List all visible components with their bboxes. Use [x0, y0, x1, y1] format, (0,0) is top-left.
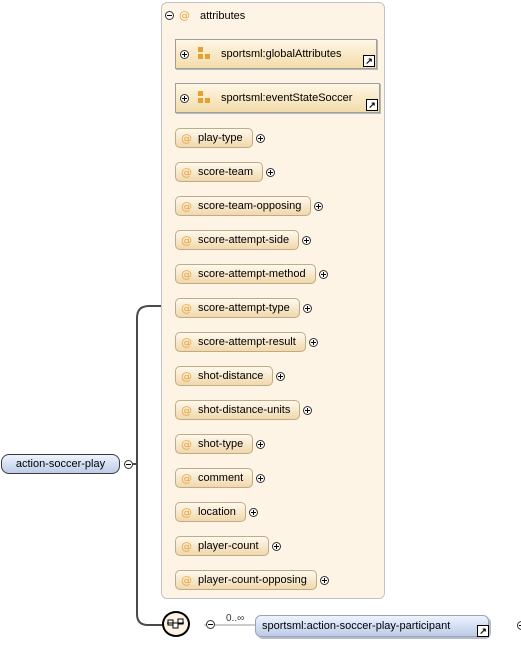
expand-icon[interactable]	[314, 201, 324, 211]
attribute-group-ref-label: sportsml:eventStateSoccer	[221, 92, 353, 104]
attribute-name: play-type	[198, 132, 243, 144]
occurrence-label: 0..∞	[226, 613, 245, 624]
collapse-icon[interactable]	[206, 620, 216, 629]
attribute-group-icon	[198, 91, 212, 105]
attribute-icon: @	[181, 505, 192, 519]
attribute-box[interactable]: @ score-attempt-type	[175, 298, 300, 318]
element-action-soccer-play-participant[interactable]: sportsml:action-soccer-play-participant …	[255, 615, 489, 637]
attribute-name: score-attempt-type	[198, 302, 290, 314]
attribute-name: shot-distance-units	[198, 404, 291, 416]
sequence-compositor[interactable]	[162, 611, 190, 637]
attribute-shot-type[interactable]: @ shot-type	[175, 434, 266, 454]
attribute-name: shot-type	[198, 438, 244, 450]
element-name: action-soccer-play	[15, 458, 106, 470]
expand-icon[interactable]	[302, 303, 312, 313]
attributes-group-label: attributes	[200, 9, 246, 22]
attribute-box[interactable]: @ play-type	[175, 128, 253, 148]
attribute-group-icon	[198, 47, 212, 61]
attribute-name: score-attempt-side	[198, 234, 290, 246]
expand-icon[interactable]	[256, 439, 266, 449]
attribute-box[interactable]: @ shot-distance	[175, 366, 274, 386]
attributes-group-header: @ attributes	[165, 8, 245, 23]
expand-icon[interactable]	[319, 575, 329, 585]
expand-icon[interactable]	[255, 133, 265, 143]
attribute-group-ref-label: sportsml:globalAttributes	[221, 48, 342, 60]
attribute-icon: @	[181, 165, 192, 179]
attribute-icon: @	[181, 539, 192, 553]
expand-icon[interactable]	[180, 49, 189, 59]
attribute-icon: @	[181, 471, 192, 485]
attribute-icon: @	[181, 267, 192, 281]
expand-icon[interactable]	[308, 337, 318, 347]
attribute-icon: @	[181, 233, 192, 247]
link-arrow-icon[interactable]: ↗	[366, 99, 378, 111]
attribute-box[interactable]: @ shot-type	[175, 434, 254, 454]
attribute-icon: @	[181, 335, 192, 349]
attribute-score-team[interactable]: @ score-team	[175, 162, 276, 182]
attribute-player-count[interactable]: @ player-count	[175, 536, 281, 556]
attribute-name: location	[198, 506, 236, 518]
attribute-icon: @	[181, 437, 192, 451]
expand-icon[interactable]	[180, 93, 189, 103]
attribute-icon: @	[181, 403, 192, 417]
expand-icon[interactable]	[271, 541, 281, 551]
expand-icon[interactable]	[248, 507, 258, 517]
attribute-box[interactable]: @ score-attempt-side	[175, 230, 300, 250]
attribute-player-count-opposing[interactable]: @ player-count-opposing	[175, 570, 329, 590]
attribute-icon: @	[181, 301, 192, 315]
attribute-shot-distance-units[interactable]: @ shot-distance-units	[175, 400, 313, 420]
attribute-icon: @	[181, 573, 192, 587]
expand-icon[interactable]	[318, 269, 328, 279]
expand-icon[interactable]	[256, 473, 266, 483]
attribute-icon: @	[179, 9, 190, 22]
expand-icon[interactable]	[302, 235, 312, 245]
element-name: sportsml:action-soccer-play-participant	[262, 620, 451, 632]
link-arrow-icon[interactable]: ↗	[477, 625, 489, 637]
attribute-box[interactable]: @ comment	[175, 468, 254, 488]
attribute-name: player-count	[198, 540, 259, 552]
attribute-name: comment	[198, 472, 244, 484]
attribute-shot-distance[interactable]: @ shot-distance	[175, 366, 286, 386]
attribute-icon: @	[181, 199, 192, 213]
attribute-comment[interactable]: @ comment	[175, 468, 266, 488]
attribute-box[interactable]: @ player-count	[175, 536, 269, 556]
attribute-name: score-team-opposing	[198, 200, 302, 212]
attribute-score-attempt-side[interactable]: @ score-attempt-side	[175, 230, 312, 250]
attribute-play-type[interactable]: @ play-type	[175, 128, 265, 148]
attribute-name: player-count-opposing	[198, 574, 307, 586]
attribute-group-ref[interactable]: sportsml:eventStateSoccer ↗	[175, 83, 380, 113]
expand-icon[interactable]	[303, 405, 313, 415]
expand-icon[interactable]	[266, 167, 276, 177]
element-action-soccer-play[interactable]: action-soccer-play	[1, 454, 120, 474]
expand-icon[interactable]	[276, 371, 286, 381]
attribute-box[interactable]: @ location	[175, 502, 246, 522]
attribute-location[interactable]: @ location	[175, 502, 258, 522]
attribute-group-ref[interactable]: sportsml:globalAttributes ↗	[175, 39, 377, 69]
collapse-icon[interactable]	[165, 11, 174, 20]
attribute-box[interactable]: @ player-count-opposing	[175, 570, 317, 590]
collapse-icon[interactable]	[124, 460, 133, 469]
attribute-box[interactable]: @ shot-distance-units	[175, 400, 301, 420]
attribute-name: score-team	[198, 166, 254, 178]
sequence-icon	[167, 618, 184, 629]
attribute-score-attempt-method[interactable]: @ score-attempt-method	[175, 264, 328, 284]
link-arrow-icon[interactable]: ↗	[363, 55, 375, 67]
expand-icon[interactable]	[517, 621, 521, 630]
attribute-score-attempt-type[interactable]: @ score-attempt-type	[175, 298, 312, 318]
attribute-box[interactable]: @ score-team-opposing	[175, 196, 312, 216]
attribute-name: shot-distance	[198, 370, 264, 382]
attribute-name: score-attempt-result	[198, 336, 296, 348]
attribute-box[interactable]: @ score-attempt-method	[175, 264, 316, 284]
attribute-score-team-opposing[interactable]: @ score-team-opposing	[175, 196, 324, 216]
attribute-icon: @	[181, 369, 192, 383]
attribute-box[interactable]: @ score-attempt-result	[175, 332, 306, 352]
attribute-score-attempt-result[interactable]: @ score-attempt-result	[175, 332, 318, 352]
attribute-name: score-attempt-method	[198, 268, 306, 280]
attribute-icon: @	[181, 131, 192, 145]
attribute-box[interactable]: @ score-team	[175, 162, 264, 182]
